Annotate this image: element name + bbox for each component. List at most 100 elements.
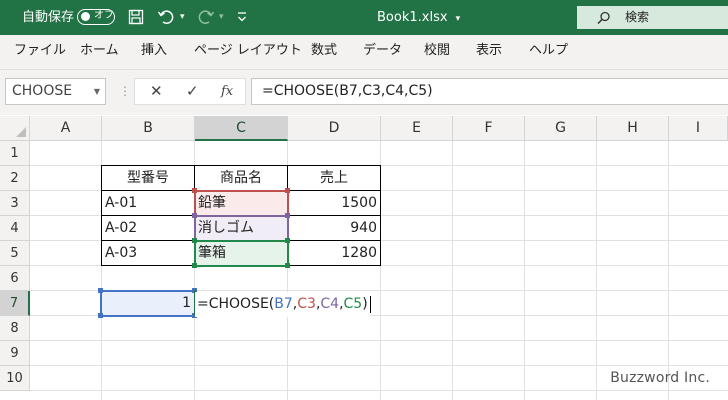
formula-ref-b7: B7 bbox=[274, 296, 293, 312]
name-box-dropdown-icon[interactable]: ▼ bbox=[94, 79, 100, 104]
column-header-i[interactable]: I bbox=[669, 116, 728, 141]
range-handle[interactable] bbox=[192, 238, 197, 243]
gridline bbox=[596, 141, 597, 400]
save-icon[interactable] bbox=[128, 9, 144, 25]
formula-prefix: =CHOOSE( bbox=[197, 296, 275, 312]
redo-icon[interactable] bbox=[197, 8, 215, 26]
cell-c7-editor[interactable]: =CHOOSE(B7,C3,C4,C5) bbox=[195, 292, 371, 317]
file-title-dropdown-icon: ▾ bbox=[455, 14, 461, 24]
column-header-g[interactable]: G bbox=[525, 116, 597, 141]
formula-text: =CHOOSE(B7,C3,C4,C5) bbox=[262, 83, 433, 99]
tab-data[interactable]: データ bbox=[363, 35, 402, 69]
range-handle[interactable] bbox=[192, 188, 197, 193]
table-cell[interactable]: 筆箱 bbox=[195, 241, 287, 265]
range-handle[interactable] bbox=[192, 263, 197, 268]
table-cell[interactable]: 鉛筆 bbox=[195, 191, 287, 215]
formula-suffix: ) bbox=[362, 296, 368, 312]
column-header-e[interactable]: E bbox=[381, 116, 453, 141]
select-all-triangle-icon bbox=[16, 127, 26, 137]
undo-dropdown-icon[interactable]: ▾ bbox=[180, 0, 185, 35]
row-header-6[interactable]: 6 bbox=[0, 266, 30, 291]
table-cell[interactable]: A-03 bbox=[102, 241, 194, 265]
table-border-line bbox=[101, 215, 381, 216]
row-header-1[interactable]: 1 bbox=[0, 141, 30, 166]
range-handle[interactable] bbox=[285, 188, 290, 193]
formula-bar: CHOOSE ▼ ⋮ ✕ ✓ fx =CHOOSE(B7,C3,C4,C5) bbox=[0, 70, 728, 115]
search-box[interactable]: 検索 bbox=[577, 6, 728, 29]
row-header-3[interactable]: 3 bbox=[0, 191, 30, 216]
formula-ref-c3: C3 bbox=[297, 296, 316, 312]
row-header-10[interactable]: 10 bbox=[0, 366, 30, 391]
undo-icon[interactable] bbox=[157, 8, 175, 26]
row-header-4[interactable]: 4 bbox=[0, 216, 30, 241]
column-header-b[interactable]: B bbox=[102, 116, 195, 141]
cancel-icon[interactable]: ✕ bbox=[150, 79, 163, 104]
tab-home[interactable]: ホーム bbox=[80, 35, 119, 69]
table-header-product[interactable]: 商品名 bbox=[195, 166, 287, 190]
text-cursor bbox=[369, 295, 371, 313]
gridline bbox=[380, 141, 381, 400]
range-handle[interactable] bbox=[98, 313, 103, 318]
table-border-line bbox=[101, 190, 381, 191]
file-title[interactable]: Book1.xlsx ▾ bbox=[377, 0, 460, 35]
search-icon bbox=[597, 11, 610, 25]
table-cell[interactable]: 1500 bbox=[288, 191, 380, 215]
range-handle[interactable] bbox=[98, 288, 103, 293]
gridline bbox=[30, 315, 728, 316]
enter-icon[interactable]: ✓ bbox=[186, 79, 199, 104]
row-header-2[interactable]: 2 bbox=[0, 166, 30, 191]
tab-formulas[interactable]: 数式 bbox=[311, 35, 337, 69]
range-handle[interactable] bbox=[285, 263, 290, 268]
range-handle[interactable] bbox=[285, 238, 290, 243]
spreadsheet-grid: A B C D E F G H I 1 2 3 4 5 6 7 8 9 10 型… bbox=[0, 116, 728, 400]
title-bar: 自動保存 オフ ▾ ▾ Book1.xlsx ▾ 検索 bbox=[0, 0, 728, 35]
gridline bbox=[452, 141, 453, 400]
table-header-model[interactable]: 型番号 bbox=[102, 166, 194, 190]
gridline bbox=[30, 340, 728, 341]
search-placeholder: 検索 bbox=[625, 10, 650, 24]
column-header-f[interactable]: F bbox=[453, 116, 525, 141]
tab-review[interactable]: 校閲 bbox=[424, 35, 450, 69]
tab-page-layout[interactable]: ページ レイアウト bbox=[194, 35, 302, 69]
select-all-corner[interactable] bbox=[0, 116, 30, 141]
range-handle[interactable] bbox=[192, 213, 197, 218]
formula-input[interactable]: =CHOOSE(B7,C3,C4,C5) bbox=[251, 78, 728, 105]
column-header-a[interactable]: A bbox=[30, 116, 102, 141]
tab-insert[interactable]: 挿入 bbox=[141, 35, 167, 69]
gridline bbox=[30, 365, 728, 366]
insert-function-icon[interactable]: fx bbox=[221, 79, 233, 104]
row-header-8[interactable]: 8 bbox=[0, 316, 30, 341]
autosave-toggle[interactable]: オフ bbox=[77, 9, 115, 25]
table-cell[interactable]: 940 bbox=[288, 216, 380, 240]
tab-view[interactable]: 表示 bbox=[476, 35, 502, 69]
watermark: Buzzword Inc. bbox=[610, 370, 710, 386]
row-header-9[interactable]: 9 bbox=[0, 341, 30, 366]
table-cell[interactable]: A-02 bbox=[102, 216, 194, 240]
gridline bbox=[30, 265, 728, 266]
table-border-line bbox=[101, 240, 381, 241]
table-cell[interactable]: 消しゴム bbox=[195, 216, 287, 240]
tab-help[interactable]: ヘルプ bbox=[529, 35, 568, 69]
ribbon-tabs: ファイル ホーム 挿入 ページ レイアウト 数式 データ 校閲 表示 ヘルプ bbox=[0, 35, 728, 70]
toggle-knob bbox=[81, 12, 90, 21]
toggle-state-label: オフ bbox=[94, 10, 114, 21]
column-header-d[interactable]: D bbox=[288, 116, 381, 141]
table-cell[interactable]: A-01 bbox=[102, 191, 194, 215]
gridline bbox=[668, 141, 669, 400]
table-cell[interactable]: 1280 bbox=[288, 241, 380, 265]
formula-bar-grip-icon[interactable]: ⋮ bbox=[119, 84, 131, 98]
row-header-5[interactable]: 5 bbox=[0, 241, 30, 266]
row-header-7[interactable]: 7 bbox=[0, 291, 30, 316]
gridline bbox=[524, 141, 525, 400]
range-handle[interactable] bbox=[285, 213, 290, 218]
gridline bbox=[30, 390, 728, 391]
column-header-h[interactable]: H bbox=[597, 116, 669, 141]
customize-icon[interactable] bbox=[236, 11, 248, 23]
name-box[interactable]: CHOOSE ▼ bbox=[5, 78, 106, 105]
table-header-sales[interactable]: 売上 bbox=[288, 166, 380, 190]
cell-b7[interactable]: 1 bbox=[102, 291, 194, 315]
column-header-c[interactable]: C bbox=[195, 116, 288, 141]
redo-dropdown-icon[interactable]: ▾ bbox=[219, 0, 224, 35]
tab-file[interactable]: ファイル bbox=[14, 35, 66, 69]
formula-ref-c5: C5 bbox=[343, 296, 363, 312]
